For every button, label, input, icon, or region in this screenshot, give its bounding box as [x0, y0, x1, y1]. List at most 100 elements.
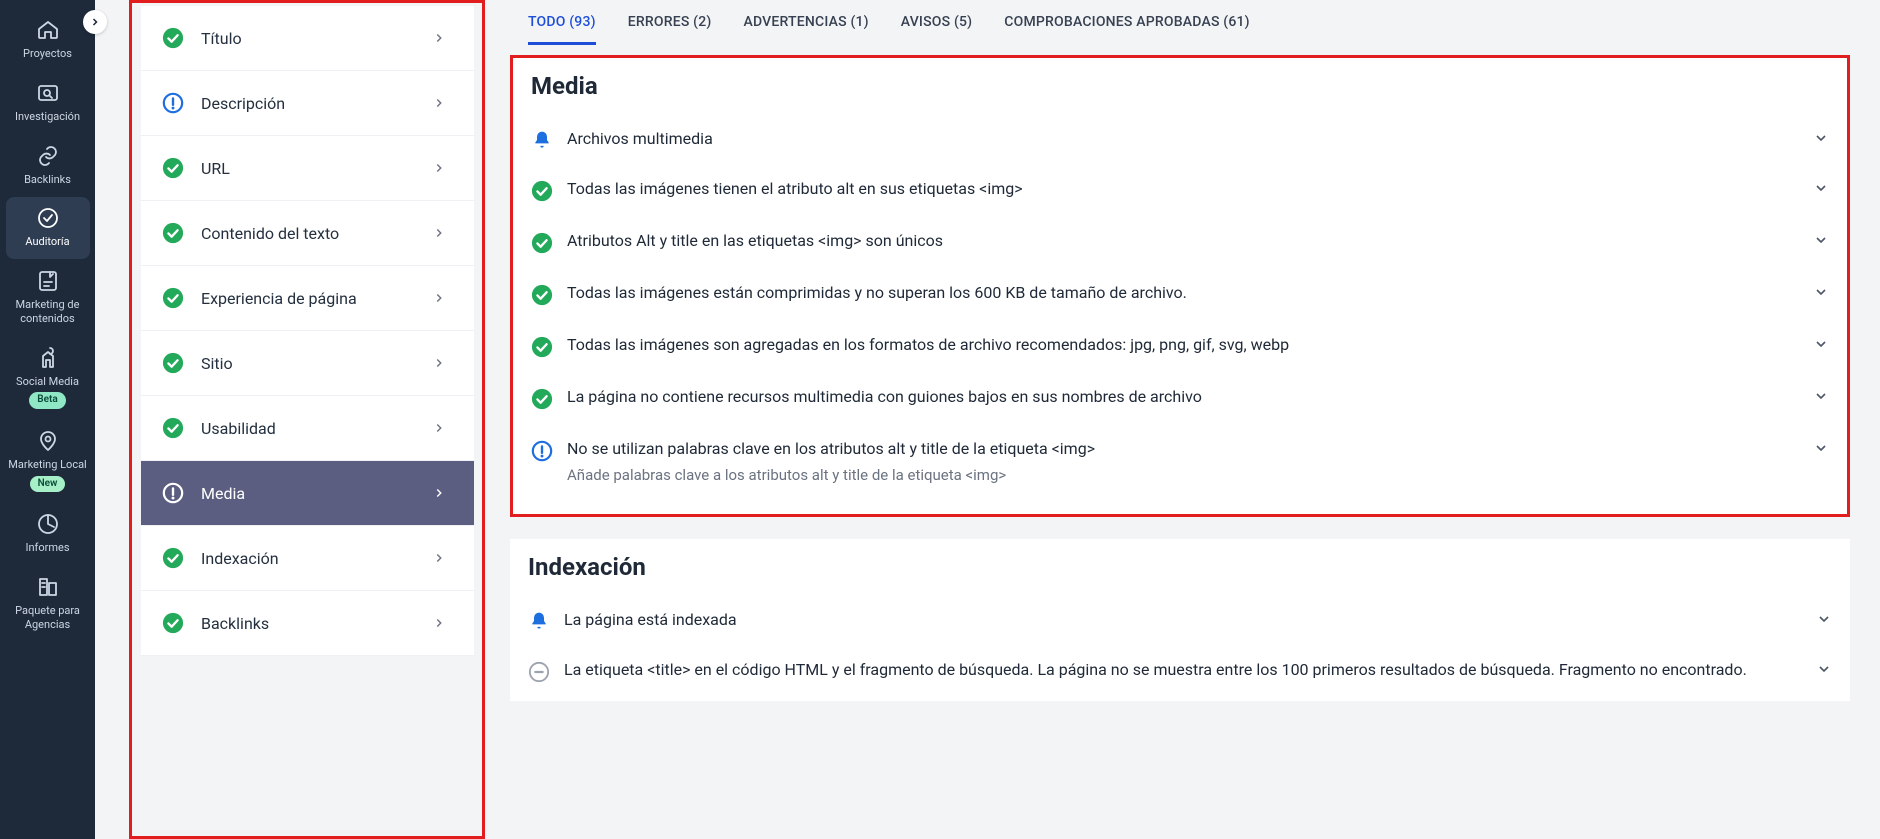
info-circle-icon — [159, 482, 187, 504]
backlinks-icon — [36, 144, 60, 168]
sidebar-item-backlinks-s[interactable]: Backlinks — [141, 591, 474, 656]
nav-label: Marketing Local — [8, 458, 86, 472]
nav-item-backlinks[interactable]: Backlinks — [6, 135, 90, 197]
nav-label: Investigación — [15, 110, 80, 124]
sidebar-item-label: URL — [201, 159, 432, 178]
chevron-down-icon[interactable] — [1816, 609, 1832, 627]
media-heading: Media — [513, 62, 1847, 114]
nav-label: Informes — [25, 541, 69, 555]
check-subtext: Añade palabras clave a los atributos alt… — [567, 465, 1799, 486]
sidebar-item-titulo[interactable]: Título — [141, 6, 474, 71]
sidebar-item-label: Usabilidad — [201, 419, 432, 438]
check-circle-icon — [531, 282, 553, 306]
check-circle-icon — [159, 547, 187, 569]
chevron-down-icon[interactable] — [1813, 334, 1829, 352]
chevron-down-icon[interactable] — [1813, 178, 1829, 196]
check-text: Todas las imágenes tienen el atributo al… — [567, 178, 1799, 200]
paquete-agencias-icon — [36, 575, 60, 599]
check-row[interactable]: La página está indexada — [510, 595, 1850, 645]
check-circle-icon — [531, 386, 553, 410]
nav-label: Backlinks — [24, 173, 71, 187]
tab-avisos[interactable]: AVISOS (5) — [901, 14, 973, 45]
check-circle-icon — [159, 222, 187, 244]
check-circle-icon — [159, 27, 187, 49]
check-row[interactable]: La etiqueta <title> en el código HTML y … — [510, 645, 1850, 697]
check-text: No se utilizan palabras clave en los atr… — [567, 438, 1799, 485]
dash-circle-icon — [528, 659, 550, 683]
check-row[interactable]: La página no contiene recursos multimedi… — [513, 372, 1847, 424]
chevron-right-icon — [432, 486, 446, 500]
nav-label: Auditoría — [25, 235, 69, 249]
tab-todo[interactable]: TODO (93) — [528, 14, 596, 45]
check-text: Atributos Alt y title en las etiquetas <… — [567, 230, 1799, 252]
sidebar-item-contenido-texto[interactable]: Contenido del texto — [141, 201, 474, 266]
collapse-nav-button[interactable] — [83, 10, 107, 34]
nav-item-marketing-contenidos[interactable]: Marketing de contenidos — [6, 260, 90, 336]
check-circle-icon — [159, 612, 187, 634]
chevron-right-icon — [432, 616, 446, 630]
check-row[interactable]: Todas las imágenes están comprimidas y n… — [513, 268, 1847, 320]
nav-item-informes[interactable]: Informes — [6, 503, 90, 565]
sidebar-item-experiencia-pagina[interactable]: Experiencia de página — [141, 266, 474, 331]
check-text: Todas las imágenes están comprimidas y n… — [567, 282, 1799, 304]
indexacion-panel: Indexación La página está indexada La eti… — [510, 539, 1850, 701]
tab-errores[interactable]: ERRORES (2) — [628, 14, 712, 45]
nav-item-social-media[interactable]: Social MediaBeta — [6, 337, 90, 419]
nav-label: Paquete para Agencias — [8, 604, 88, 632]
sidebar-item-media[interactable]: Media — [141, 461, 474, 526]
sidebar-item-url[interactable]: URL — [141, 136, 474, 201]
check-text: La página está indexada — [564, 609, 1802, 631]
sidebar-item-descripcion[interactable]: Descripción — [141, 71, 474, 136]
nav-badge: Beta — [29, 392, 65, 409]
sidebar-item-label: Experiencia de página — [201, 289, 432, 308]
marketing-local-icon — [36, 429, 60, 453]
sidebar-item-usabilidad[interactable]: Usabilidad — [141, 396, 474, 461]
nav-label: Proyectos — [23, 47, 72, 61]
tab-aprobadas[interactable]: COMPROBACIONES APROBADAS (61) — [1004, 14, 1249, 45]
check-text: La página no contiene recursos multimedi… — [567, 386, 1799, 408]
nav-item-investigacion[interactable]: Investigación — [6, 72, 90, 134]
sidebar-item-label: Título — [201, 29, 432, 48]
check-circle-icon — [531, 230, 553, 254]
primary-nav: Proyectos Investigación Backlinks Auditoría… — [0, 0, 95, 839]
info-circle-icon — [531, 438, 553, 462]
check-row[interactable]: Archivos multimedia — [513, 114, 1847, 164]
nav-label: Marketing de contenidos — [8, 298, 88, 326]
check-text: La etiqueta <title> en el código HTML y … — [564, 659, 1802, 681]
nav-item-auditoria[interactable]: Auditoría — [6, 197, 90, 259]
check-row[interactable]: Atributos Alt y title en las etiquetas <… — [513, 216, 1847, 268]
check-circle-icon — [159, 287, 187, 309]
sidebar-item-label: Media — [201, 484, 432, 503]
check-circle-icon — [159, 417, 187, 439]
marketing-contenidos-icon — [36, 269, 60, 293]
sidebar-item-indexacion[interactable]: Indexación — [141, 526, 474, 591]
chevron-right-icon — [432, 421, 446, 435]
chevron-down-icon[interactable] — [1813, 282, 1829, 300]
chevron-right-icon — [432, 356, 446, 370]
chevron-right-icon — [432, 96, 446, 110]
check-circle-icon — [159, 157, 187, 179]
nav-badge: New — [30, 476, 66, 493]
indexacion-heading: Indexación — [510, 543, 1850, 595]
tab-advertencias[interactable]: ADVERTENCIAS (1) — [743, 14, 868, 45]
nav-item-marketing-local[interactable]: Marketing Local New — [6, 420, 90, 502]
check-row[interactable]: Todas las imágenes son agregadas en los … — [513, 320, 1847, 372]
check-circle-icon — [531, 178, 553, 202]
check-row[interactable]: No se utilizan palabras clave en los atr… — [513, 424, 1847, 499]
check-circle-icon — [531, 334, 553, 358]
chevron-down-icon[interactable] — [1813, 230, 1829, 248]
investigacion-icon — [36, 81, 60, 105]
nav-item-proyectos[interactable]: Proyectos — [6, 9, 90, 71]
nav-item-paquete-agencias[interactable]: Paquete para Agencias — [6, 566, 90, 642]
sidebar-item-label: Backlinks — [201, 614, 432, 633]
chevron-right-icon — [432, 161, 446, 175]
chevron-down-icon[interactable] — [1816, 659, 1832, 677]
chevron-down-icon[interactable] — [1813, 386, 1829, 404]
check-row[interactable]: Todas las imágenes tienen el atributo al… — [513, 164, 1847, 216]
sidebar-item-label: Descripción — [201, 94, 432, 113]
auditoria-icon — [36, 206, 60, 230]
chevron-down-icon[interactable] — [1813, 438, 1829, 456]
chevron-down-icon[interactable] — [1813, 128, 1829, 146]
sidebar-item-sitio[interactable]: Sitio — [141, 331, 474, 396]
sidebar-item-label: Sitio — [201, 354, 432, 373]
